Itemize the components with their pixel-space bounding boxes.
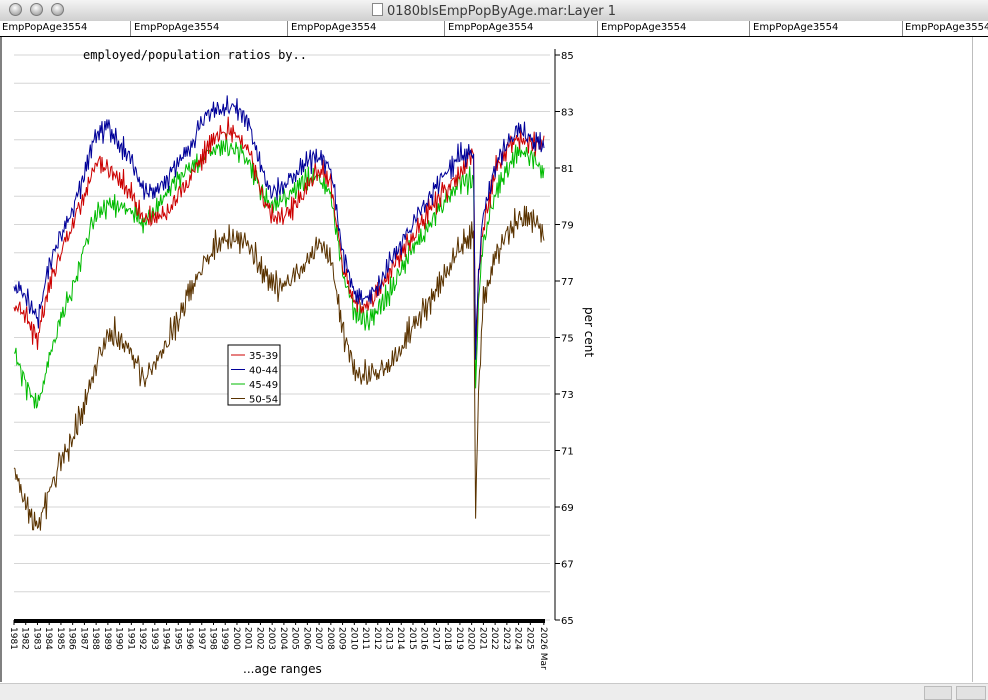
zoom-control[interactable] (924, 686, 952, 700)
layer-tab[interactable]: EmpPopAge3554 (291, 22, 376, 33)
x-tick-label: 1981 (8, 627, 18, 650)
pane-divider (972, 37, 973, 682)
status-bar (0, 683, 988, 700)
x-tick-label: 1994 (161, 627, 171, 650)
x-tick-label: 2016 (419, 627, 429, 650)
window-titlebar: 0180blsEmpPopByAge.mar:Layer 1 (0, 0, 988, 22)
y-tick-label: 75 (561, 334, 574, 345)
layer-tab[interactable]: EmpPopAge3554 (753, 22, 838, 33)
x-tick-label: 2026 Mar (538, 627, 548, 670)
layer-tab[interactable]: EmpPopAge3554 (905, 22, 988, 33)
layer-tab[interactable]: EmpPopAge3554 (2, 22, 87, 33)
x-tick-label: 1996 (184, 627, 194, 650)
x-tick-label: 1987 (78, 627, 88, 650)
layer-tab[interactable]: EmpPopAge3554 (134, 22, 219, 33)
resize-grip[interactable] (956, 686, 986, 700)
legend-label: 45-49 (249, 380, 278, 391)
x-tick-label: 2005 (290, 627, 300, 650)
x-tick-label: 1991 (125, 627, 135, 650)
x-tick-label: 2001 (243, 627, 253, 650)
x-axis-label: ...age ranges (243, 662, 322, 676)
x-tick-label: 2020 (466, 627, 476, 650)
tab-divider (597, 21, 598, 36)
x-tick-label: 2014 (395, 627, 405, 650)
x-tick-label: 1985 (55, 627, 65, 650)
x-tick-label: 2024 (513, 627, 523, 650)
x-tick-label: 1993 (149, 627, 159, 650)
tab-divider (444, 21, 445, 36)
legend-label: 50-54 (249, 395, 278, 406)
x-tick-label: 2008 (325, 627, 335, 650)
x-tick-label: 2015 (407, 627, 417, 650)
x-tick-label: 2018 (442, 627, 452, 650)
tab-divider (749, 21, 750, 36)
x-tick-label: 1990 (114, 627, 124, 650)
x-tick-label: 2012 (372, 627, 382, 650)
y-tick-label: 73 (561, 390, 574, 401)
layer-tab[interactable]: EmpPopAge3554 (448, 22, 533, 33)
x-tick-label: 2025 (524, 627, 534, 650)
chart-plot: 6567697173757779818385 1981 1982 1983 1984 1… (0, 37, 972, 682)
x-axis-bar (14, 619, 545, 623)
x-tick-label: 1983 (31, 627, 41, 650)
y-tick-label: 77 (561, 277, 574, 288)
x-tick-label: 2006 (301, 627, 311, 650)
x-tick-label: 1984 (43, 627, 53, 650)
x-tick-label: 2022 (489, 627, 499, 650)
window-title: 0180blsEmpPopByAge.mar:Layer 1 (386, 4, 617, 19)
layer-tab-bar: EmpPopAge3554 EmpPopAge3554 EmpPopAge355… (0, 21, 988, 37)
x-tick-label: 2009 (337, 627, 347, 650)
y-tick-label: 69 (561, 503, 574, 514)
x-tick-label: 1997 (196, 627, 206, 650)
x-tick-label: 1998 (207, 627, 217, 650)
y-axis-label: per cent (582, 307, 596, 357)
y-tick-label: 65 (561, 616, 574, 627)
x-tick-label: 2007 (313, 627, 323, 650)
chart-legend: 35-39 40-44 45-49 50-54 (227, 344, 281, 406)
x-tick-label: 2019 (454, 627, 464, 650)
tab-divider (287, 21, 288, 36)
legend-label: 40-44 (249, 366, 278, 377)
x-tick-label: 1982 (20, 627, 30, 650)
y-tick-label: 83 (561, 108, 574, 119)
x-tick-label: 1992 (137, 627, 147, 650)
x-tick-label: 2003 (266, 627, 276, 650)
document-icon (371, 3, 383, 16)
x-tick-label: 1989 (102, 627, 112, 650)
x-tick-label: 2000 (231, 627, 241, 650)
x-tick-label: 2023 (501, 627, 511, 650)
x-tick-label: 2002 (254, 627, 264, 650)
x-tick-label: 1999 (219, 627, 229, 650)
x-tick-label: 1995 (172, 627, 182, 650)
plot-background (0, 37, 972, 682)
x-tick-label: 1986 (67, 627, 77, 650)
window-title-area: 0180blsEmpPopByAge.mar:Layer 1 (0, 3, 988, 19)
x-tick-label: 2010 (348, 627, 358, 650)
x-tick-label: 2017 (430, 627, 440, 650)
legend-label: 35-39 (249, 351, 278, 362)
x-tick-label: 2013 (384, 627, 394, 650)
chart-title: employed/population ratios by.. (83, 48, 307, 62)
x-tick-label: 1988 (90, 627, 100, 650)
y-tick-label: 67 (561, 560, 574, 571)
x-tick-label: 2021 (477, 627, 487, 650)
y-tick-label: 85 (561, 51, 574, 62)
x-tick-label: 2011 (360, 627, 370, 650)
tab-divider (902, 21, 903, 36)
x-tick-label: 2004 (278, 627, 288, 650)
layer-tab[interactable]: EmpPopAge3554 (601, 22, 686, 33)
y-tick-label: 79 (561, 221, 574, 232)
y-tick-label: 71 (561, 447, 574, 458)
y-tick-label: 81 (561, 164, 574, 175)
tab-divider (130, 21, 131, 36)
